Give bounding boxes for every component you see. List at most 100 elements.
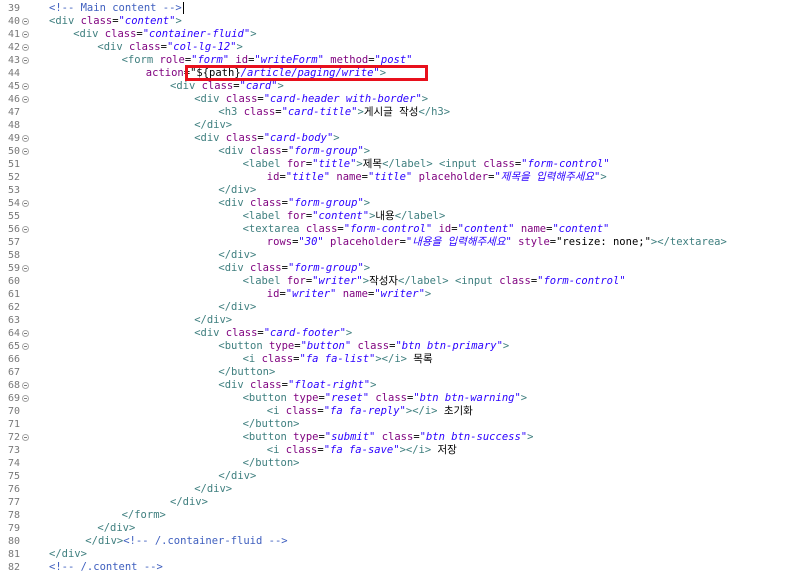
code-text: </div><!-- /.container-fluid --> (85, 535, 287, 548)
code-line-50[interactable]: 50 <div class="form-group"> (0, 145, 788, 158)
code-text: <div class="content"> (49, 15, 182, 28)
highlight-annotation-box (185, 65, 428, 81)
code-token: </label> (394, 210, 446, 222)
line-number: 73 (7, 445, 20, 456)
line-number: 68 (7, 380, 20, 391)
fold-toggle-icon[interactable] (22, 31, 29, 38)
code-text: <!-- /.content --> (49, 561, 163, 574)
fold-toggle-icon[interactable] (22, 434, 29, 441)
code-text: </div> (194, 119, 232, 132)
line-number: 65 (7, 341, 20, 352)
code-token: <label (242, 275, 287, 287)
code-line-70[interactable]: 70 <i class="fa fa-reply"></i> 초기화 (0, 405, 788, 418)
code-line-71[interactable]: 71 </button> (0, 418, 788, 431)
code-line-58[interactable]: 58 </div> (0, 249, 788, 262)
fold-toggle-icon[interactable] (22, 44, 29, 51)
code-token: "writer" (285, 288, 337, 300)
code-token: </button> (218, 366, 276, 378)
fold-toggle-icon[interactable] (22, 343, 29, 350)
code-line-39[interactable]: 39 <!-- Main content --> (0, 2, 788, 15)
fold-toggle-icon[interactable] (22, 18, 29, 25)
code-line-64[interactable]: 64 <div class="card-footer"> (0, 327, 788, 340)
code-text: <i class="fa fa-list"></i> 목록 (243, 353, 433, 366)
code-token: class (499, 275, 531, 287)
code-token: "30" (298, 236, 324, 248)
code-token: type (293, 392, 319, 404)
code-line-51[interactable]: 51 <label for="title">제목</label> <input c… (0, 158, 788, 171)
code-editor[interactable]: 39 <!-- Main content --> 40 <div class="con… (0, 0, 788, 576)
code-line-57[interactable]: 57 rows="30" placeholder="내용을 입력해주세요" sty… (0, 236, 788, 249)
code-line-77[interactable]: 77 </div> (0, 496, 788, 509)
code-line-75[interactable]: 75 </div> (0, 470, 788, 483)
code-token: ></textarea> (650, 236, 727, 248)
line-number: 56 (7, 224, 20, 235)
fold-toggle-icon[interactable] (22, 226, 29, 233)
code-line-81[interactable]: 81 </div> (0, 548, 788, 561)
code-token: > (600, 171, 607, 183)
code-line-40[interactable]: 40 <div class="content"> (0, 15, 788, 28)
code-line-41[interactable]: 41 <div class="container-fluid"> (0, 28, 788, 41)
code-token: class (225, 93, 258, 105)
fold-toggle-icon[interactable] (22, 382, 29, 389)
code-line-80[interactable]: 80 </div><!-- /.container-fluid --> (0, 535, 788, 548)
code-token: "content" (312, 210, 370, 222)
code-token: <label (242, 210, 287, 222)
code-line-72[interactable]: 72 <button type="submit" class="btn btn-s… (0, 431, 788, 444)
code-line-42[interactable]: 42 <div class="col-lg-12"> (0, 41, 788, 54)
code-token: ></i> (375, 353, 407, 365)
code-line-62[interactable]: 62 </div> (0, 301, 788, 314)
fold-toggle-icon[interactable] (22, 265, 29, 272)
code-token: "form-group" (287, 145, 364, 157)
code-line-61[interactable]: 61 id="writer" name="writer"> (0, 288, 788, 301)
fold-toggle-icon[interactable] (22, 148, 29, 155)
fold-toggle-icon[interactable] (22, 395, 29, 402)
code-line-78[interactable]: 78 </form> (0, 509, 788, 522)
code-line-45[interactable]: 45 <div class="card"> (0, 80, 788, 93)
code-line-73[interactable]: 73 <i class="fa fa-save"></i> 저장 (0, 444, 788, 457)
code-line-49[interactable]: 49 <div class="card-body"> (0, 132, 788, 145)
code-text: </button> (243, 457, 300, 470)
code-token: <i (266, 405, 286, 417)
code-line-68[interactable]: 68 <div class="float-right"> (0, 379, 788, 392)
code-line-46[interactable]: 46 <div class="card-header with-border"> (0, 93, 788, 106)
code-token: <!-- Main content --> (49, 2, 182, 14)
code-line-66[interactable]: 66 <i class="fa fa-list"></i> 목록 (0, 353, 788, 366)
code-token: class (285, 444, 318, 456)
code-line-52[interactable]: 52 id="title" name="title" placeholder="제… (0, 171, 788, 184)
code-token: class (250, 262, 282, 274)
code-line-69[interactable]: 69 <button type="reset" class="btn btn-wa… (0, 392, 788, 405)
code-text: </div> (218, 301, 256, 314)
line-number: 45 (7, 81, 20, 92)
code-line-79[interactable]: 79 </div> (0, 522, 788, 535)
line-number: 82 (7, 562, 20, 573)
code-token: class (201, 80, 234, 92)
code-line-48[interactable]: 48 </div> (0, 119, 788, 132)
fold-toggle-icon[interactable] (22, 96, 29, 103)
code-token: action (145, 67, 184, 79)
line-number: 57 (7, 237, 20, 248)
code-text: </div> (218, 470, 256, 483)
fold-toggle-icon[interactable] (22, 57, 29, 64)
code-line-74[interactable]: 74 </button> (0, 457, 788, 470)
code-token: <div (73, 28, 105, 40)
fold-toggle-icon[interactable] (22, 83, 29, 90)
code-line-63[interactable]: 63 </div> (0, 314, 788, 327)
fold-toggle-icon[interactable] (22, 330, 29, 337)
code-line-60[interactable]: 60 <label for="writer">작성자</label> <input… (0, 275, 788, 288)
code-text: id="writer" name="writer"> (267, 288, 431, 301)
fold-toggle-icon[interactable] (22, 135, 29, 142)
code-line-53[interactable]: 53 </div> (0, 184, 788, 197)
fold-toggle-icon[interactable] (22, 200, 29, 207)
code-text: <button type="reset" class="btn btn-warn… (243, 392, 528, 405)
code-line-54[interactable]: 54 <div class="form-group"> (0, 197, 788, 210)
code-token: ></i> (405, 405, 438, 417)
code-line-65[interactable]: 65 <button type="button" class="btn btn-p… (0, 340, 788, 353)
code-line-67[interactable]: 67 </button> (0, 366, 788, 379)
code-line-47[interactable]: 47 <h3 class="card-title">게시글 작성</h3> (0, 106, 788, 119)
code-line-55[interactable]: 55 <label for="content">내용</label> (0, 210, 788, 223)
code-token: "form-control" (521, 158, 610, 170)
code-line-82[interactable]: 82 <!-- /.content --> (0, 561, 788, 574)
code-line-56[interactable]: 56 <textarea class="form-control" id="con… (0, 223, 788, 236)
code-line-76[interactable]: 76 </div> (0, 483, 788, 496)
code-line-59[interactable]: 59 <div class="form-group"> (0, 262, 788, 275)
